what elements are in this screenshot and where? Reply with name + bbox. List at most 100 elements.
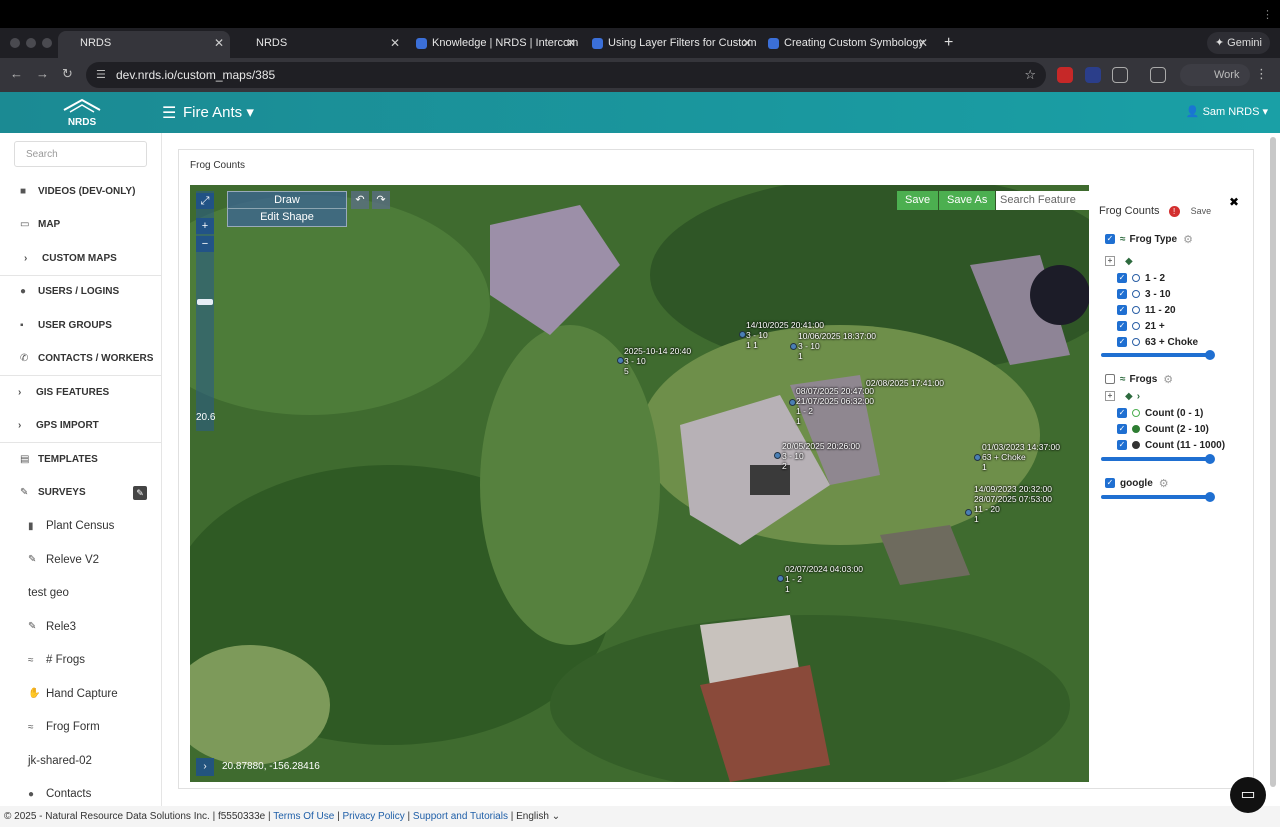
map-canvas[interactable]: ⤢ + − 20.6 Draw Edit Shape ↶ ↷ Save Save… bbox=[190, 185, 1089, 782]
gear-icon[interactable]: ⚙ bbox=[1159, 477, 1169, 490]
draw-button[interactable]: Draw bbox=[228, 192, 346, 209]
sidebar-search-input[interactable]: Search bbox=[14, 141, 147, 167]
map-marker[interactable] bbox=[739, 331, 746, 338]
opacity-slider[interactable] bbox=[1101, 350, 1215, 360]
site-settings-icon[interactable]: ☰ bbox=[96, 62, 106, 88]
language-select[interactable]: English ⌄ bbox=[516, 811, 560, 822]
zoom-out-button[interactable]: − bbox=[196, 236, 214, 252]
search-feature-input[interactable]: Search Feature bbox=[996, 191, 1089, 210]
map-marker[interactable] bbox=[774, 452, 781, 459]
sidebar-item-contacts[interactable]: ✆ CONTACTS / WORKERS bbox=[0, 343, 161, 376]
sidepanel-icon[interactable] bbox=[1150, 67, 1166, 83]
legend-item[interactable]: ✓ Count (11 - 1000) bbox=[1117, 438, 1225, 452]
chevron-right-icon[interactable]: › bbox=[1137, 391, 1140, 402]
user-menu[interactable]: 👤 Sam NRDS ▾ bbox=[1186, 105, 1268, 118]
tag-icon[interactable]: ◆ bbox=[1125, 391, 1133, 402]
close-tab-icon[interactable]: ✕ bbox=[390, 31, 400, 56]
sidebar-item-map[interactable]: ▭ MAP bbox=[0, 209, 161, 243]
project-selector[interactable]: Fire Ants ▾ bbox=[183, 103, 254, 121]
browser-menu-icon[interactable]: ⋮ bbox=[1255, 66, 1268, 82]
map-marker[interactable] bbox=[617, 357, 624, 364]
close-tab-icon[interactable]: ✕ bbox=[918, 31, 928, 56]
privacy-link[interactable]: Privacy Policy bbox=[343, 811, 405, 822]
layer-group-google[interactable]: ✓ google ⚙ bbox=[1105, 476, 1169, 490]
chat-icon[interactable]: ▭ bbox=[1230, 777, 1266, 813]
menu-icon[interactable]: ☰ bbox=[162, 103, 176, 123]
close-tab-icon[interactable]: ✕ bbox=[214, 31, 224, 56]
legend-item[interactable]: ✓ 1 - 2 bbox=[1117, 271, 1165, 285]
expand-icon[interactable]: + bbox=[1105, 391, 1115, 401]
map-marker[interactable] bbox=[790, 343, 797, 350]
sidebar-item-surveys[interactable]: ✎ SURVEYS ✎ bbox=[0, 477, 161, 511]
new-tab-icon[interactable]: + bbox=[944, 34, 953, 52]
tag-icon[interactable]: ◆ bbox=[1125, 256, 1133, 267]
sidebar-item-gis-features[interactable]: › GIS FEATURES bbox=[0, 376, 161, 410]
map-marker[interactable] bbox=[777, 575, 784, 582]
sidebar-item-videos[interactable]: ■ VIDEOS (DEV-ONLY) bbox=[0, 175, 161, 209]
save-as-button[interactable]: Save As bbox=[939, 191, 996, 210]
layer-group-frogs[interactable]: ≈ Frogs ⚙ bbox=[1105, 372, 1173, 386]
zoom-in-button[interactable]: + bbox=[196, 218, 214, 234]
survey-item[interactable]: ✎ Rele3 bbox=[0, 611, 161, 645]
gear-icon[interactable]: ⚙ bbox=[1183, 233, 1193, 246]
extension-icon[interactable] bbox=[1057, 67, 1073, 83]
redo-icon[interactable]: ↷ bbox=[372, 191, 390, 209]
back-icon[interactable]: ← bbox=[10, 66, 23, 81]
survey-item[interactable]: test geo bbox=[0, 577, 161, 611]
sidebar-item-custom-maps[interactable]: › CUSTOM MAPS bbox=[0, 242, 161, 276]
legend-item[interactable]: ✓ Count (0 - 1) bbox=[1117, 406, 1203, 420]
profile-button[interactable]: Work bbox=[1180, 64, 1250, 86]
browser-tab-5[interactable]: Creating Custom Symbology ✕ bbox=[762, 31, 934, 58]
fullscreen-icon[interactable]: ⤢ bbox=[196, 193, 214, 209]
sidebar-item-users[interactable]: ● USERS / LOGINS bbox=[0, 276, 161, 310]
survey-item[interactable]: ≈ # Frogs bbox=[0, 644, 161, 678]
close-tab-icon[interactable]: ✕ bbox=[742, 31, 752, 56]
forward-icon[interactable]: → bbox=[36, 66, 49, 81]
legend-item[interactable]: ✓ 21 + bbox=[1117, 319, 1165, 333]
legend-item[interactable]: ✓ 63 + Choke bbox=[1117, 335, 1198, 349]
browser-tab-2[interactable]: NRDS ✕ bbox=[234, 31, 406, 58]
layer-group-frog-type[interactable]: ✓ ≈ Frog Type ⚙ bbox=[1105, 232, 1193, 246]
map-marker[interactable] bbox=[789, 399, 796, 406]
legend-item[interactable]: ✓ 3 - 10 bbox=[1117, 287, 1171, 301]
layers-save-link[interactable]: Save bbox=[1191, 206, 1212, 216]
gear-icon[interactable]: ⚙ bbox=[1163, 373, 1173, 386]
sidebar-item-user-groups[interactable]: ▪ USER GROUPS bbox=[0, 309, 161, 343]
reload-icon[interactable]: ↻ bbox=[62, 66, 73, 82]
bookmark-star-icon[interactable]: ☆ bbox=[1024, 62, 1036, 88]
terms-link[interactable]: Terms Of Use bbox=[273, 811, 334, 822]
undo-icon[interactable]: ↶ bbox=[351, 191, 369, 209]
survey-item[interactable]: ≈ Frog Form bbox=[0, 711, 161, 745]
page-scrollbar[interactable] bbox=[1270, 133, 1278, 806]
url-field[interactable]: ☰ dev.nrds.io/custom_maps/385 ☆ bbox=[86, 62, 1046, 88]
close-icon[interactable]: ✖ bbox=[1229, 195, 1239, 209]
edit-shape-button[interactable]: Edit Shape bbox=[228, 209, 346, 226]
window-controls[interactable] bbox=[10, 38, 52, 48]
map-marker[interactable] bbox=[974, 454, 981, 461]
opacity-slider[interactable] bbox=[1101, 454, 1215, 464]
zoom-slider-handle[interactable] bbox=[197, 299, 213, 305]
nrds-logo[interactable]: NRDS bbox=[60, 96, 104, 128]
survey-item[interactable]: ✎ Releve V2 bbox=[0, 544, 161, 578]
more-icon[interactable]: ⋮ bbox=[1262, 8, 1273, 21]
edit-icon[interactable]: ✎ bbox=[133, 485, 147, 500]
legend-item[interactable]: ✓ Count (2 - 10) bbox=[1117, 422, 1209, 436]
chevron-right-icon[interactable]: › bbox=[196, 758, 214, 776]
survey-item[interactable]: ✋ Hand Capture bbox=[0, 678, 161, 712]
gemini-button[interactable]: ✦ Gemini bbox=[1206, 32, 1270, 54]
opacity-slider[interactable] bbox=[1101, 492, 1215, 502]
browser-tab-4[interactable]: Using Layer Filters for Custom ✕ bbox=[586, 31, 758, 58]
browser-tab-1[interactable]: NRDS ✕ bbox=[58, 31, 230, 58]
sidebar-item-gps-import[interactable]: › GPS IMPORT bbox=[0, 410, 161, 443]
support-link[interactable]: Support and Tutorials bbox=[413, 811, 508, 822]
sidebar-item-templates[interactable]: ▤ TEMPLATES bbox=[0, 443, 161, 477]
extension-icon[interactable] bbox=[1085, 67, 1101, 83]
checkbox-icon[interactable]: ✓ bbox=[1105, 478, 1115, 488]
map-marker[interactable] bbox=[965, 509, 972, 516]
survey-item[interactable]: ● Contacts bbox=[0, 778, 161, 806]
close-tab-icon[interactable]: ✕ bbox=[566, 31, 576, 56]
survey-item[interactable]: ▮ Plant Census bbox=[0, 510, 161, 544]
legend-item[interactable]: ✓ 11 - 20 bbox=[1117, 303, 1176, 317]
checkbox-icon[interactable]: ✓ bbox=[1105, 234, 1115, 244]
save-button[interactable]: Save bbox=[897, 191, 939, 210]
